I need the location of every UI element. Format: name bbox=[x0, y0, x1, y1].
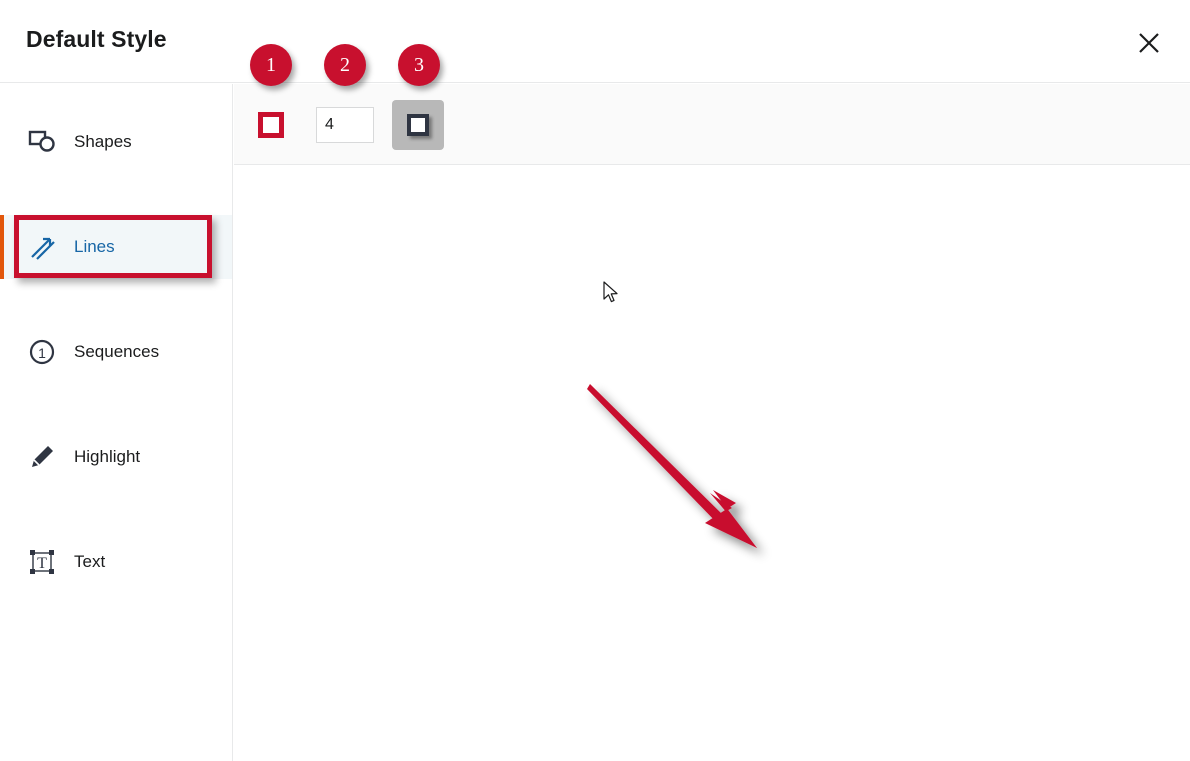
text-icon: T bbox=[28, 548, 64, 576]
svg-text:T: T bbox=[37, 555, 47, 572]
sidebar-item-label: Sequences bbox=[74, 342, 160, 361]
close-icon bbox=[1139, 33, 1159, 53]
highlight-icon bbox=[28, 443, 64, 471]
sidebar-item-lines[interactable]: Lines bbox=[0, 215, 232, 279]
sidebar: Shapes Lines 1 Sequences Highlight T Tex… bbox=[0, 84, 233, 761]
annotation-badge-2: 2 bbox=[324, 44, 366, 86]
sidebar-item-text[interactable]: T Text bbox=[0, 530, 232, 594]
sidebar-item-label: Lines bbox=[74, 237, 115, 256]
sidebar-item-highlight[interactable]: Highlight bbox=[0, 425, 232, 489]
sidebar-item-sequences[interactable]: 1 Sequences bbox=[0, 320, 232, 384]
lines-icon bbox=[28, 233, 64, 261]
sidebar-item-label: Highlight bbox=[74, 447, 141, 466]
shadow-square-icon bbox=[407, 114, 429, 136]
page-title: Default Style bbox=[26, 26, 167, 52]
selected-accent-bar bbox=[0, 215, 4, 279]
close-button[interactable] bbox=[1128, 22, 1170, 64]
shadow-toggle-button[interactable] bbox=[392, 100, 444, 150]
annotation-badge-3: 3 bbox=[398, 44, 440, 86]
drawing-canvas[interactable] bbox=[234, 166, 1190, 761]
sidebar-item-label: Text bbox=[74, 552, 106, 571]
sidebar-item-label: Shapes bbox=[74, 132, 132, 151]
svg-text:1: 1 bbox=[38, 345, 46, 361]
line-color-swatch[interactable] bbox=[258, 112, 284, 138]
annotation-badge-1: 1 bbox=[250, 44, 292, 86]
sidebar-item-shapes[interactable]: Shapes bbox=[0, 110, 232, 174]
sequences-icon: 1 bbox=[28, 338, 64, 366]
style-toolbar bbox=[234, 84, 1190, 165]
dialog-header: Default Style bbox=[0, 0, 1190, 83]
shapes-icon bbox=[28, 129, 64, 155]
line-width-input[interactable] bbox=[316, 107, 374, 143]
